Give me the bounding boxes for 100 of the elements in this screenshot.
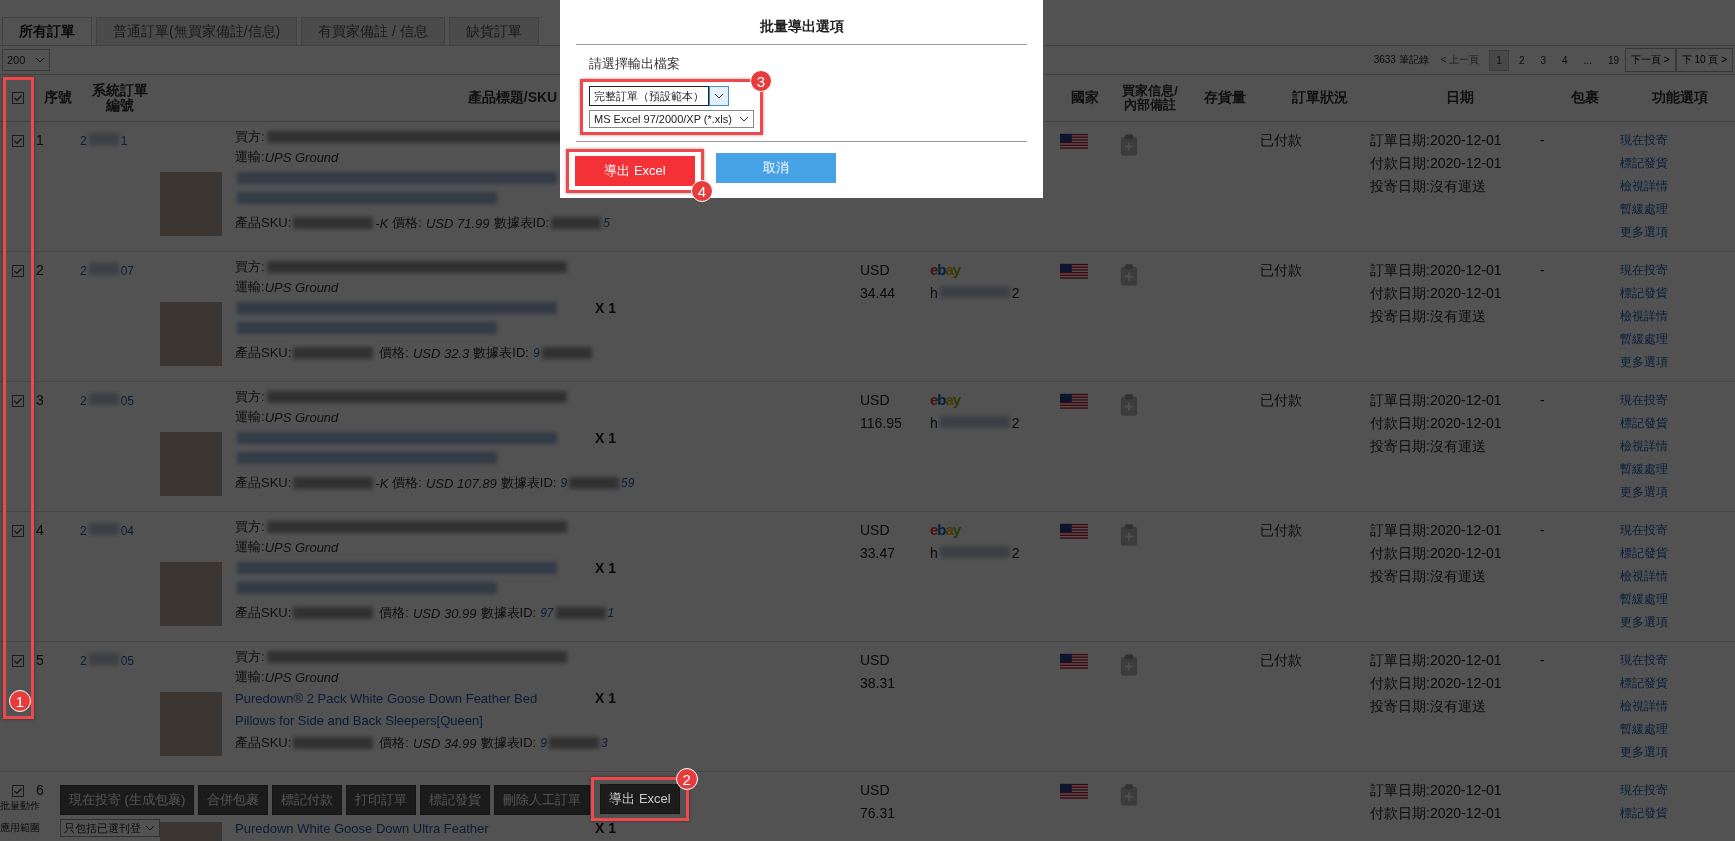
- package-value: -: [1540, 392, 1545, 408]
- order-id-link[interactable]: 2 07: [80, 264, 135, 278]
- column-header: 序號: [44, 89, 72, 107]
- action-link[interactable]: 標記發貨: [1620, 545, 1668, 562]
- action-link[interactable]: 暫緩處理: [1620, 201, 1668, 218]
- order-date: 投寄日期:沒有運送: [1370, 568, 1486, 584]
- action-link[interactable]: 標記發貨: [1620, 285, 1668, 302]
- action-link[interactable]: 現在投寄: [1620, 132, 1668, 149]
- order-amount: 38.31: [860, 675, 896, 691]
- action-link[interactable]: 現在投寄: [1620, 262, 1668, 279]
- action-link[interactable]: 檢視詳情: [1620, 308, 1668, 325]
- action-link[interactable]: 暫緩處理: [1620, 591, 1668, 608]
- page-link[interactable]: ...: [1577, 50, 1598, 70]
- marketplace-logo: ebay: [930, 392, 961, 408]
- action-link[interactable]: 更多選項: [1620, 744, 1668, 761]
- item-price: USD 71.99: [425, 215, 490, 231]
- datasheet-id-end: 1: [607, 606, 615, 620]
- order-date: 付款日期:2020-12-01: [1370, 545, 1502, 561]
- format-select[interactable]: MS Excel 97/2000/XP (*.xls): [589, 110, 754, 128]
- currency: USD: [860, 782, 890, 798]
- quantity: X 1: [595, 430, 616, 446]
- page-link[interactable]: 3: [1534, 50, 1553, 70]
- buyer-label: 買方:: [235, 128, 265, 146]
- datasheet-id-label: 數據表ID:: [500, 474, 557, 492]
- us-flag-icon: [1060, 782, 1088, 802]
- column-header: 存貨量: [1204, 89, 1246, 107]
- row-checkbox[interactable]: [12, 785, 24, 797]
- action-link[interactable]: 檢視詳情: [1620, 438, 1668, 455]
- row-checkbox[interactable]: [12, 655, 24, 667]
- order-status: 已付款: [1260, 262, 1302, 278]
- page-link[interactable]: 1: [1489, 49, 1509, 71]
- bulk-action-button[interactable]: 導出 Excel: [600, 784, 680, 814]
- product-title-link[interactable]: Puredown White Goose Down Ultra Feather: [235, 818, 575, 840]
- row-checkbox[interactable]: [12, 525, 24, 537]
- price-label: 價格:: [379, 344, 409, 362]
- package-value: -: [1540, 652, 1545, 668]
- export-button[interactable]: 導出 Excel: [575, 156, 695, 186]
- action-link[interactable]: 現在投寄: [1620, 522, 1668, 539]
- row-number: 5: [36, 652, 44, 668]
- marketplace-logo: ebay: [930, 262, 961, 278]
- scope-select[interactable]: 只包括已選刊登: [60, 819, 160, 837]
- action-link[interactable]: 暫緩處理: [1620, 461, 1668, 478]
- action-link[interactable]: 標記發貨: [1620, 805, 1668, 822]
- datasheet-id-end: 59: [621, 476, 635, 490]
- currency: USD: [860, 392, 890, 408]
- chevron-down-icon: [145, 825, 155, 831]
- currency: USD: [860, 262, 890, 278]
- row-checkbox[interactable]: [12, 135, 24, 147]
- action-link[interactable]: 更多選項: [1620, 354, 1668, 371]
- datasheet-id-start: 97: [540, 606, 554, 620]
- shipping-label: 運輸:: [235, 148, 265, 166]
- action-link[interactable]: 更多選項: [1620, 614, 1668, 631]
- clipboard-plus-icon[interactable]: [1120, 652, 1138, 678]
- action-link[interactable]: 檢視詳情: [1620, 698, 1668, 715]
- page-size-select[interactable]: 200: [2, 49, 51, 71]
- order-date: 訂單日期:2020-12-01: [1370, 132, 1502, 148]
- action-link[interactable]: 暫緩處理: [1620, 721, 1668, 738]
- column-header: 買家信息/內部備註: [1121, 83, 1179, 113]
- buyer-label: 買方:: [235, 648, 265, 666]
- order-id-link[interactable]: 2 05: [80, 394, 135, 408]
- datasheet-id-end: 5: [603, 216, 610, 230]
- order-date: 付款日期:2020-12-01: [1370, 675, 1502, 691]
- action-link[interactable]: 更多選項: [1620, 224, 1668, 241]
- row-checkbox[interactable]: [12, 265, 24, 277]
- us-flag-icon: [1060, 132, 1088, 152]
- package-value: -: [1540, 132, 1545, 148]
- action-link[interactable]: 檢視詳情: [1620, 178, 1668, 195]
- tab[interactable]: 所有訂單: [2, 17, 92, 45]
- cancel-button[interactable]: 取消: [716, 153, 836, 183]
- order-amount: 116.95: [860, 415, 902, 431]
- action-link[interactable]: 更多選項: [1620, 484, 1668, 501]
- clipboard-plus-icon[interactable]: [1120, 392, 1138, 418]
- clipboard-plus-icon[interactable]: [1120, 262, 1138, 288]
- page-link[interactable]: 4: [1556, 50, 1574, 70]
- product-title-link[interactable]: Puredown® 2 Pack White Goose Down Feather Bed Pillows for Side and Back Sleepers[Queen]: [235, 688, 575, 732]
- quantity: X 1: [595, 560, 616, 576]
- page-link[interactable]: 19: [1601, 50, 1626, 70]
- us-flag-icon: [1060, 522, 1088, 542]
- order-id-link[interactable]: 2 04: [80, 524, 135, 538]
- next-ten-pages-button[interactable]: 下 10 頁 >: [1675, 48, 1733, 72]
- action-link[interactable]: 標記發貨: [1620, 675, 1668, 692]
- action-link[interactable]: 現在投寄: [1620, 782, 1668, 799]
- clipboard-plus-icon[interactable]: [1120, 782, 1138, 808]
- item-price: USD 107.89: [425, 475, 497, 491]
- order-id-link[interactable]: 2 05: [80, 654, 135, 668]
- action-link[interactable]: 標記發貨: [1620, 155, 1668, 172]
- page-link[interactable]: 2: [1512, 50, 1531, 70]
- select-all-checkbox[interactable]: [12, 92, 24, 104]
- action-link[interactable]: 暫緩處理: [1620, 331, 1668, 348]
- order-date: 訂單日期:2020-12-01: [1370, 652, 1502, 668]
- shipping-label: 運輸:: [235, 408, 265, 426]
- clipboard-plus-icon[interactable]: [1120, 132, 1138, 158]
- clipboard-plus-icon[interactable]: [1120, 522, 1138, 548]
- action-link[interactable]: 現在投寄: [1620, 392, 1668, 409]
- row-checkbox[interactable]: [12, 395, 24, 407]
- buyer-label: 買方:: [235, 388, 265, 406]
- datasheet-id-start: 9: [532, 346, 540, 360]
- action-link[interactable]: 現在投寄: [1620, 652, 1668, 669]
- action-link[interactable]: 標記發貨: [1620, 415, 1668, 432]
- action-link[interactable]: 檢視詳情: [1620, 568, 1668, 585]
